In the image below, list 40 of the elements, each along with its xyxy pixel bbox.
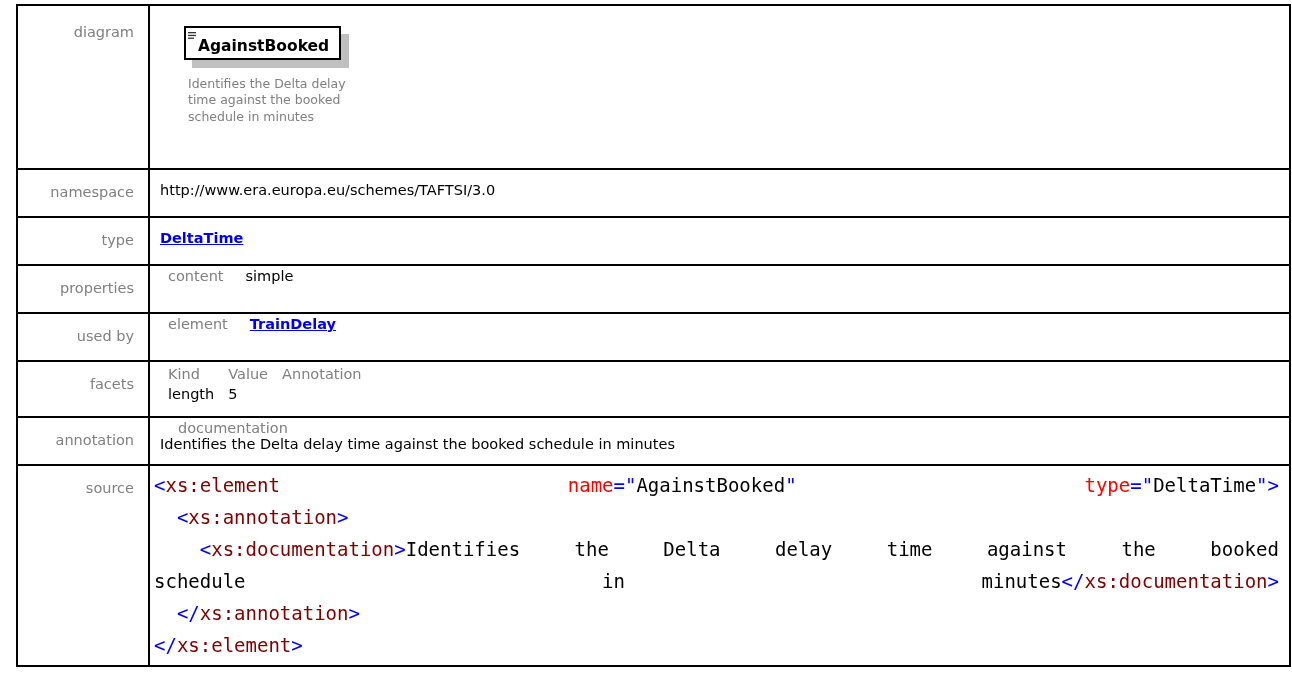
- code-text: minutes</xs:documentation>: [981, 569, 1279, 594]
- code-text: the: [574, 537, 609, 562]
- code-text: name="AgainstBooked": [567, 473, 797, 498]
- column-header: Kind: [168, 366, 200, 382]
- row-label: namespace: [50, 184, 134, 200]
- code-text: Delta: [663, 537, 721, 562]
- element-link[interactable]: TrainDelay: [249, 316, 336, 332]
- property-key: content: [168, 268, 224, 284]
- row-label: source: [85, 480, 134, 496]
- code-text: </xs:annotation>: [176, 601, 360, 626]
- column-header: Value: [228, 366, 269, 382]
- annotation-kind: documentation: [178, 420, 289, 436]
- annotation-text: Identifies the Delta delay time against the booked schedule in minutes: [160, 436, 676, 452]
- element-description: Identifies the Delta delay time against the booked schedule in minutes: [188, 76, 347, 125]
- usage-kind: element: [168, 316, 228, 332]
- code-text: booked: [1210, 537, 1279, 562]
- code-text: schedule: [154, 569, 246, 594]
- row-label: facets: [89, 376, 134, 392]
- property-value: simple: [245, 268, 294, 284]
- table-cell: 5: [228, 386, 238, 402]
- code-text: <xs:annotation>: [176, 505, 349, 530]
- row-label: properties: [60, 280, 134, 296]
- type-link[interactable]: DeltaTime: [160, 230, 244, 246]
- code-text: type="DeltaTime">: [1084, 473, 1279, 498]
- column-header: Annotation: [282, 366, 362, 382]
- row-label: type: [101, 232, 134, 248]
- namespace-value: http://www.era.europa.eu/schemes/TAFTSI/3.0: [160, 182, 496, 198]
- code-text: <xs:element: [154, 473, 280, 498]
- lines-icon: [188, 32, 196, 39]
- code-text: delay: [775, 537, 833, 562]
- code-text: against: [986, 537, 1067, 562]
- code-text: <xs:documentation>Identifies: [199, 537, 521, 562]
- table-cell: length: [168, 386, 215, 402]
- row-label: annotation: [55, 432, 134, 448]
- row-label: used by: [76, 328, 134, 344]
- code-text: in: [602, 569, 625, 594]
- row-label: diagram: [73, 24, 134, 40]
- code-text: the: [1121, 537, 1156, 562]
- code-text: time: [886, 537, 933, 562]
- code-text: </xs:element>: [154, 633, 303, 658]
